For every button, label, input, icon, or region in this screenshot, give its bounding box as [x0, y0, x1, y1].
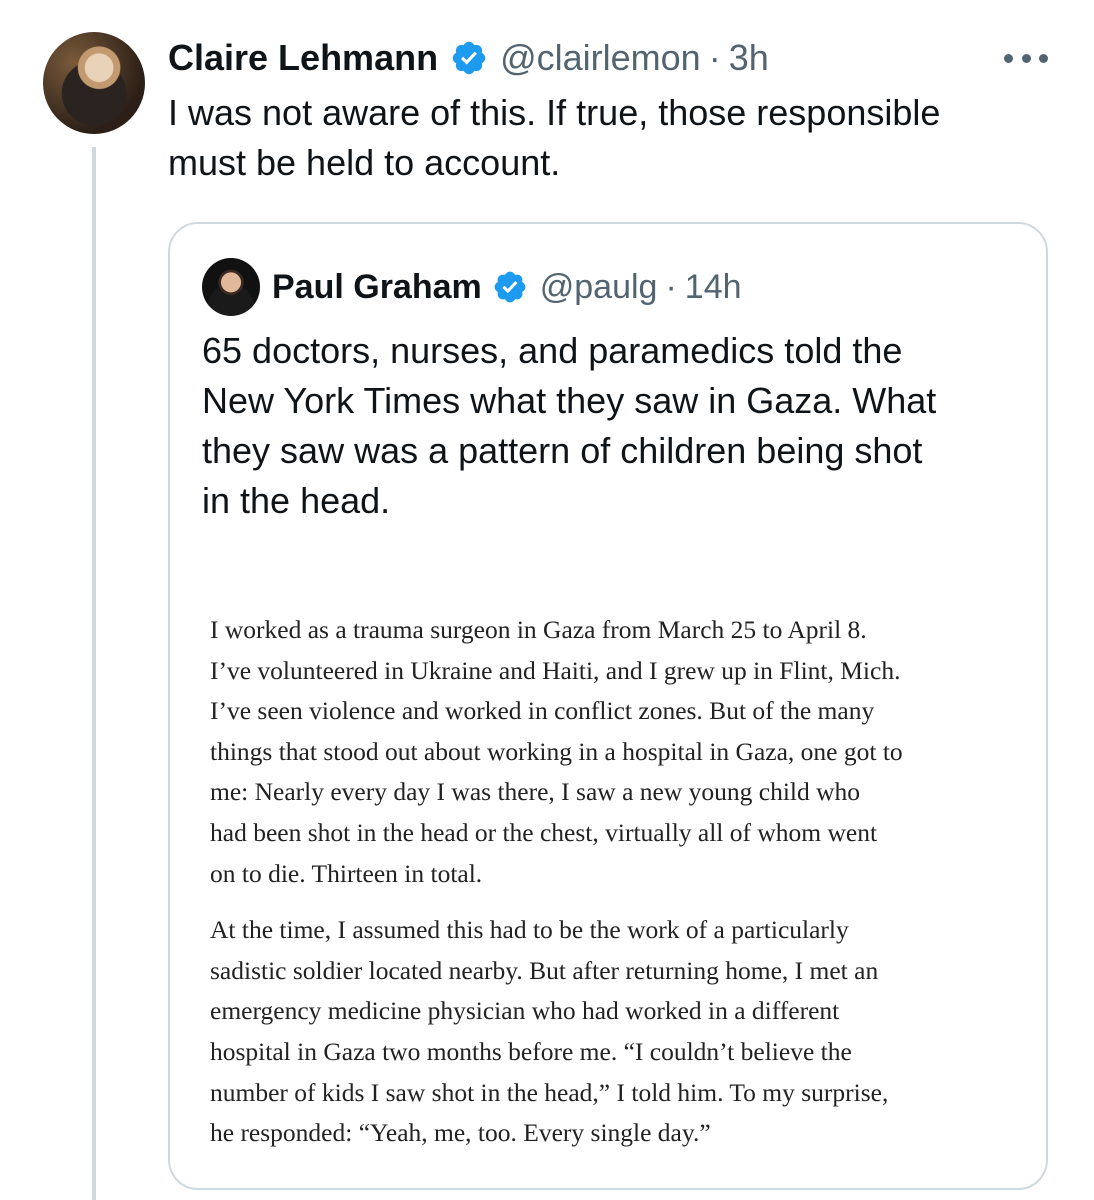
quoted-text-line: in the head.: [202, 480, 391, 521]
article-line: number of kids I saw shot in the head,” …: [210, 1077, 889, 1107]
article-line: I worked as a trauma surgeon in Gaza fro…: [210, 615, 867, 644]
quoted-author-name: Paul Graham: [272, 267, 482, 306]
timestamp[interactable]: 3h: [729, 37, 769, 79]
article-line: sadistic soldier located nearby. But aft…: [210, 955, 879, 985]
separator-dot: ·: [665, 267, 677, 306]
tweet-text-line: I was not aware of this. If true, those …: [168, 92, 941, 133]
more-dot: [1039, 53, 1048, 63]
article-line: things that stood out about working in a…: [210, 736, 903, 766]
article-line: I’ve seen violence and worked in conflic…: [210, 696, 875, 726]
more-dot: [1021, 53, 1031, 63]
quoted-text-line: New York Times what they saw in Gaza. Wh…: [202, 380, 937, 421]
separator-dot: ·: [708, 37, 721, 78]
quoted-tweet-header: Paul Graham @paulg · 14h: [272, 262, 742, 312]
quoted-author-handle: @paulg: [539, 267, 658, 306]
quoted-tweet-text: 65 doctors, nurses, and paramedics told …: [202, 326, 1018, 526]
article-screenshot[interactable]: I worked as a trauma surgeon in Gaza fro…: [210, 610, 1030, 1170]
quoted-timestamp: 14h: [684, 267, 742, 306]
author-avatar[interactable]: [43, 32, 145, 134]
article-line: emergency medicine physician who had wor…: [210, 996, 840, 1026]
article-paragraph: I worked as a trauma surgeon in Gaza fro…: [210, 610, 1030, 894]
author-handle[interactable]: @clairlemon: [500, 37, 701, 79]
article-line: hospital in Gaza two months before me. “…: [210, 1036, 852, 1066]
quoted-author-avatar: [202, 258, 260, 316]
author-name[interactable]: Claire Lehmann: [168, 37, 438, 79]
quoted-tweet-card[interactable]: Paul Graham @paulg · 14h 65 doctors, nur…: [168, 222, 1048, 1190]
quoted-text-line: they saw was a pattern of children being…: [202, 430, 923, 471]
article-paragraph: At the time, I assumed this had to be th…: [210, 910, 1030, 1154]
verified-badge-icon: [452, 41, 486, 75]
tweet-header: Claire Lehmann @clairlemon · 3h: [168, 34, 769, 82]
article-line: had been shot in the head or the chest, …: [210, 817, 878, 847]
thread-line: [92, 147, 96, 1200]
article-line: At the time, I assumed this had to be th…: [210, 915, 849, 945]
tweet-text-line: must be held to account.: [168, 142, 561, 183]
more-horizontal-icon[interactable]: [1004, 50, 1048, 66]
verified-badge-icon: [494, 271, 526, 303]
article-line: I’ve volunteered in Ukraine and Haiti, a…: [210, 655, 901, 685]
quoted-text-line: 65 doctors, nurses, and paramedics told …: [202, 330, 903, 371]
tweet-text: I was not aware of this. If true, those …: [168, 88, 1048, 188]
article-line: on to die. Thirteen in total.: [210, 858, 483, 888]
article-line: he responded: “Yeah, me, too. Every sing…: [210, 1118, 711, 1148]
article-line: me: Nearly every day I was there, I saw …: [210, 777, 861, 807]
more-dot: [1004, 53, 1013, 63]
tweet[interactable]: Claire Lehmann @clairlemon · 3h I was no…: [0, 0, 1094, 1200]
